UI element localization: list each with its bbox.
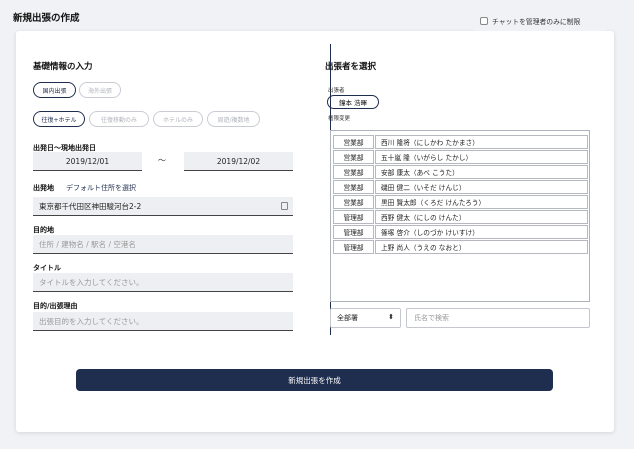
chat-restrict-toggle[interactable]: チャットを管理者のみに制限 <box>473 10 607 31</box>
person-dept: 営業部 <box>333 180 374 194</box>
list-item[interactable]: 営業部 磯田 健二（いそだ けんじ） <box>333 180 589 194</box>
title-label: タイトル <box>33 264 61 272</box>
list-item[interactable]: 管理部 西野 健太（にしの けんた） <box>333 210 589 224</box>
traveler-label: 出張者 <box>328 88 345 94</box>
dept-filter-value: 全部署 <box>337 314 358 322</box>
person-dept: 営業部 <box>333 135 374 149</box>
chat-restrict-label: チャットを管理者のみに制限 <box>492 17 581 26</box>
trip-type-domestic[interactable]: 国内出張 <box>33 82 76 98</box>
basic-info-title: 基礎情報の入力 <box>33 62 93 72</box>
create-trip-button[interactable]: 新規出張を作成 <box>76 369 553 391</box>
people-list[interactable]: 営業部 西川 隆将（にしかわ たかまさ） 営業部 五十嵐 隆（いがらし たかし）… <box>330 130 590 302</box>
traveler-chip[interactable]: 鐘本 浩暉 <box>327 95 379 109</box>
list-item[interactable]: 営業部 黒田 賢太郎（くろだ けんたろう） <box>333 195 589 209</box>
mode-hotel-only[interactable]: ホテルのみ <box>153 111 203 127</box>
date-separator: 〜 <box>158 156 166 165</box>
title-input[interactable]: タイトルを入力してください。 <box>33 273 293 292</box>
name-search-input[interactable]: 氏名で検索 <box>406 308 590 328</box>
departure-value: 東京都千代田区神田駿河台2-2 <box>39 201 142 211</box>
person-name: 西野 健太（にしの けんた） <box>375 210 588 224</box>
person-name: 五十嵐 隆（いがらし たかし） <box>375 150 588 164</box>
mode-multi-destination[interactable]: 周遊/複数地 <box>207 111 260 127</box>
departure-field[interactable]: 東京都千代田区神田駿河台2-2 <box>33 197 293 216</box>
person-dept: 管理部 <box>333 240 374 254</box>
person-dept: 営業部 <box>333 165 374 179</box>
person-dept: 管理部 <box>333 210 374 224</box>
address-book-icon[interactable] <box>281 202 288 210</box>
person-name: 磯田 健二（いそだ けんじ） <box>375 180 588 194</box>
start-date-field[interactable]: 2019/12/01 <box>33 152 142 171</box>
person-name: 西川 隆将（にしかわ たかまさ） <box>375 135 588 149</box>
page-title: 新規出張の作成 <box>13 13 80 24</box>
purpose-label: 目的/出張理由 <box>33 302 78 310</box>
mode-round-trip-only[interactable]: 往復移動のみ <box>89 111 149 127</box>
list-item[interactable]: 管理部 篠塚 啓介（しのづか けいすけ） <box>333 225 589 239</box>
select-arrows-icon: ⬍ <box>388 313 394 321</box>
list-item[interactable]: 管理部 上野 尚人（うえの なおと） <box>333 240 589 254</box>
purpose-input[interactable]: 出張目的を入力してください。 <box>33 312 293 331</box>
mode-round-trip-hotel[interactable]: 往復+ホテル <box>33 111 85 127</box>
person-dept: 管理部 <box>333 225 374 239</box>
person-dept: 営業部 <box>333 150 374 164</box>
person-name: 篠塚 啓介（しのづか けいすけ） <box>375 225 588 239</box>
destination-input[interactable]: 住所 / 建物名 / 駅名 / 空港名 <box>33 235 293 254</box>
list-item[interactable]: 営業部 西川 隆将（にしかわ たかまさ） <box>333 135 589 149</box>
dept-filter-select[interactable]: 全部署 ⬍ <box>330 308 401 328</box>
destination-label: 目的地 <box>33 226 54 234</box>
permission-change-link[interactable]: 権限変更 <box>328 114 350 122</box>
list-item[interactable]: 営業部 五十嵐 隆（いがらし たかし） <box>333 150 589 164</box>
departure-label: 出発地 <box>33 184 54 192</box>
select-traveler-title: 出張者を選択 <box>325 62 377 72</box>
person-name: 上野 尚人（うえの なおと） <box>375 240 588 254</box>
chat-restrict-checkbox[interactable] <box>480 16 488 25</box>
person-dept: 営業部 <box>333 195 374 209</box>
person-name: 安部 康太（あべ こうた） <box>375 165 588 179</box>
end-date-field[interactable]: 2019/12/02 <box>184 152 293 171</box>
trip-type-overseas[interactable]: 海外出張 <box>79 82 121 98</box>
person-name: 黒田 賢太郎（くろだ けんたろう） <box>375 195 588 209</box>
list-item[interactable]: 営業部 安部 康太（あべ こうた） <box>333 165 589 179</box>
default-address-link[interactable]: デフォルト住所を選択 <box>66 183 136 193</box>
